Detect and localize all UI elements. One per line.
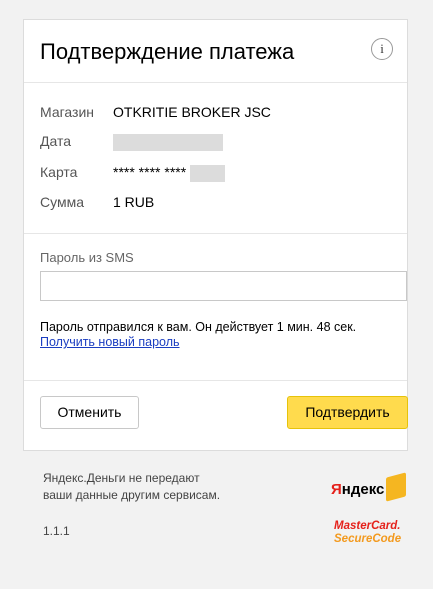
card-digits-redacted: [190, 164, 226, 182]
sms-password-input[interactable]: [40, 271, 407, 301]
card-header: Подтверждение платежа i: [24, 20, 407, 83]
card-mask: **** **** ****: [113, 164, 187, 180]
card-value: **** **** ****: [113, 163, 226, 182]
sms-section: Пароль из SMS Пароль отправился к вам. О…: [24, 234, 407, 381]
privacy-note-line1: Яндекс.Деньги не передают: [43, 471, 200, 485]
info-icon[interactable]: i: [371, 38, 393, 60]
page-title: Подтверждение платежа: [40, 39, 295, 64]
amount-value: 1 RUB: [113, 194, 155, 210]
sms-password-label: Пароль из SMS: [40, 250, 134, 265]
date-value-redacted: [113, 132, 223, 151]
payment-confirmation-card: Подтверждение платежа i Магазин OTKRITIE…: [23, 19, 408, 451]
detail-label: Дата: [40, 133, 72, 149]
shop-value: OTKRITIE BROKER JSC: [113, 104, 271, 120]
version-label: 1.1.1: [43, 524, 70, 538]
payment-details: Магазин OTKRITIE BROKER JSC Дата Карта *…: [24, 83, 407, 234]
resend-password-link[interactable]: Получить новый пароль: [40, 335, 180, 349]
wallet-icon: [386, 472, 406, 502]
privacy-note-line2: ваши данные другим сервисам.: [43, 488, 221, 502]
mastercard-securecode-logo: MasterCard. SecureCode: [334, 520, 402, 545]
yandex-logo: Яндекс: [331, 472, 406, 505]
cancel-button[interactable]: Отменить: [40, 396, 139, 429]
detail-label: Сумма: [40, 194, 84, 210]
confirm-button[interactable]: Подтвердить: [287, 396, 408, 429]
privacy-note: Яндекс.Деньги не передают ваши данные др…: [43, 470, 220, 504]
detail-label: Карта: [40, 164, 78, 180]
sms-status-text: Пароль отправился к вам. Он действует 1 …: [40, 320, 357, 334]
detail-label: Магазин: [40, 104, 95, 120]
